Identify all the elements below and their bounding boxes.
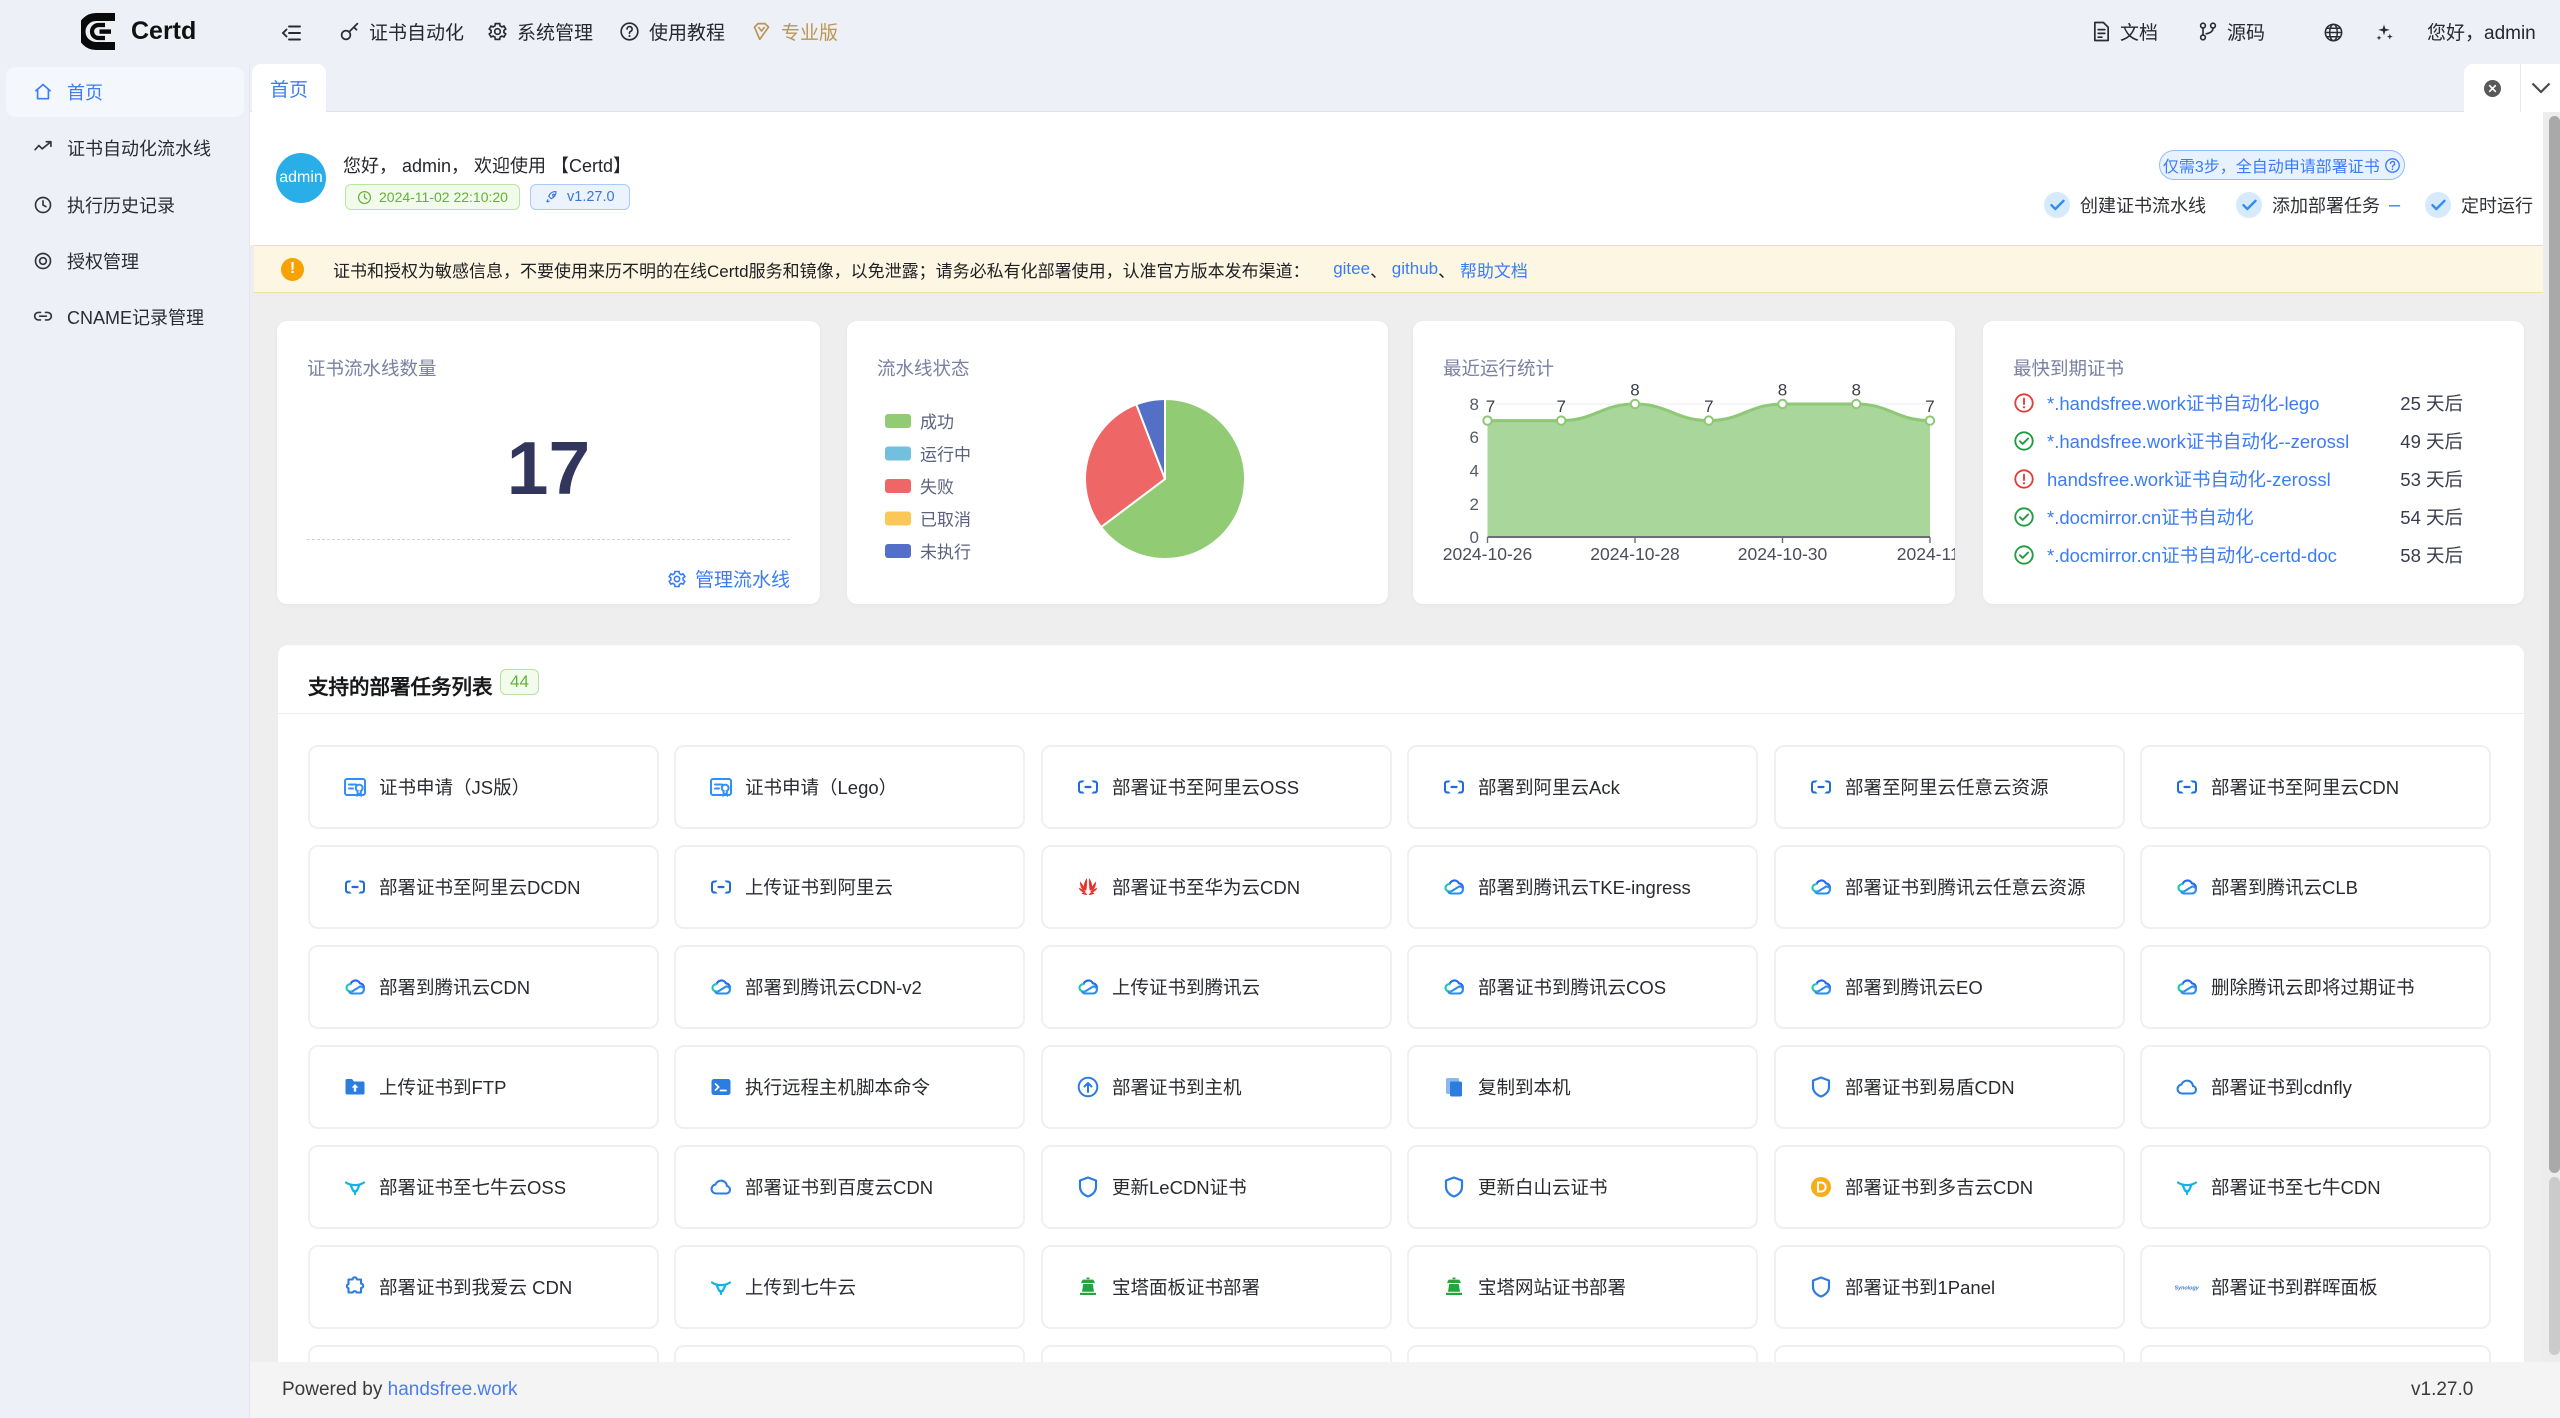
svg-text:2024-10-30: 2024-10-30 [1738,544,1828,564]
svg-text:成功: 成功 [920,413,954,432]
svg-text:2: 2 [1470,495,1479,514]
svg-text:2024-11-0: 2024-11-0 [1897,544,1955,564]
svg-text:4: 4 [1470,462,1479,481]
svg-text:8: 8 [1630,381,1639,400]
svg-text:8: 8 [1470,395,1479,414]
svg-text:8: 8 [1778,381,1787,400]
svg-text:运行中: 运行中 [920,446,971,465]
svg-text:失败: 失败 [920,478,954,497]
svg-text:7: 7 [1556,397,1565,416]
svg-text:2024-10-28: 2024-10-28 [1590,544,1680,564]
svg-text:7: 7 [1704,397,1713,416]
svg-text:已取消: 已取消 [920,511,971,530]
svg-text:7: 7 [1486,397,1495,416]
svg-text:2024-10-26: 2024-10-26 [1443,544,1533,564]
svg-text:未执行: 未执行 [920,543,971,562]
svg-text:7: 7 [1925,397,1934,416]
svg-text:8: 8 [1851,381,1860,400]
svg-text:6: 6 [1470,428,1479,447]
